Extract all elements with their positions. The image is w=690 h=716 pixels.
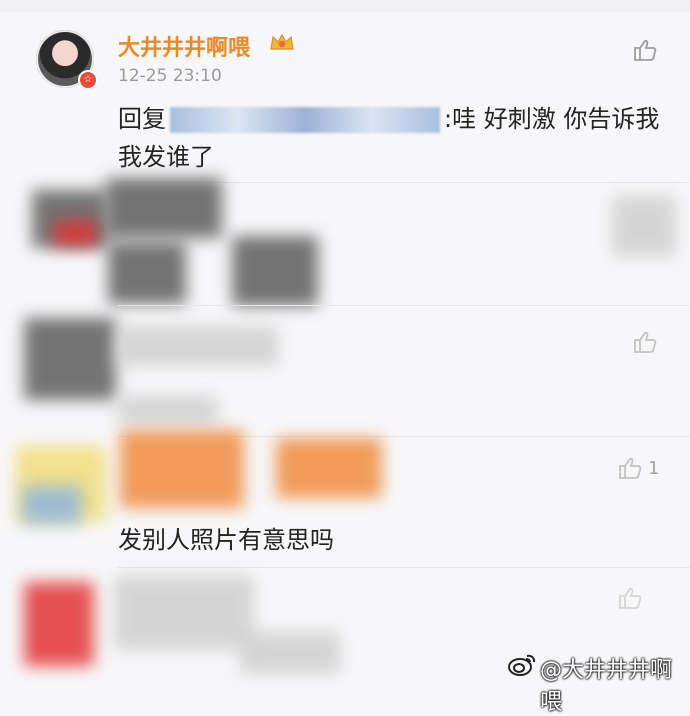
verified-badge-icon: ☆ <box>78 70 98 90</box>
username[interactable]: 大井井井啊喂 <box>118 30 250 62</box>
weibo-logo-icon <box>508 654 536 676</box>
comment-text: 回复:哇 好刺激 你告诉我我发谁了 <box>118 100 663 176</box>
watermark: @大井井井啊喂 <box>540 658 673 715</box>
like-icon[interactable] <box>632 38 658 62</box>
timestamp: 12-25 23:10 <box>118 66 222 86</box>
reply-text: 发别人照片有意思吗 <box>118 526 334 554</box>
top-divider <box>0 0 690 12</box>
like-icon[interactable] <box>632 330 658 354</box>
like-icon[interactable] <box>617 456 643 480</box>
reply-prefix: 回复 <box>118 105 166 133</box>
like-count: 1 <box>648 458 660 479</box>
divider <box>118 567 690 568</box>
crown-icon <box>270 33 294 50</box>
like-icon[interactable] <box>617 586 643 610</box>
divider <box>118 305 690 306</box>
blurred-mention <box>170 107 440 133</box>
